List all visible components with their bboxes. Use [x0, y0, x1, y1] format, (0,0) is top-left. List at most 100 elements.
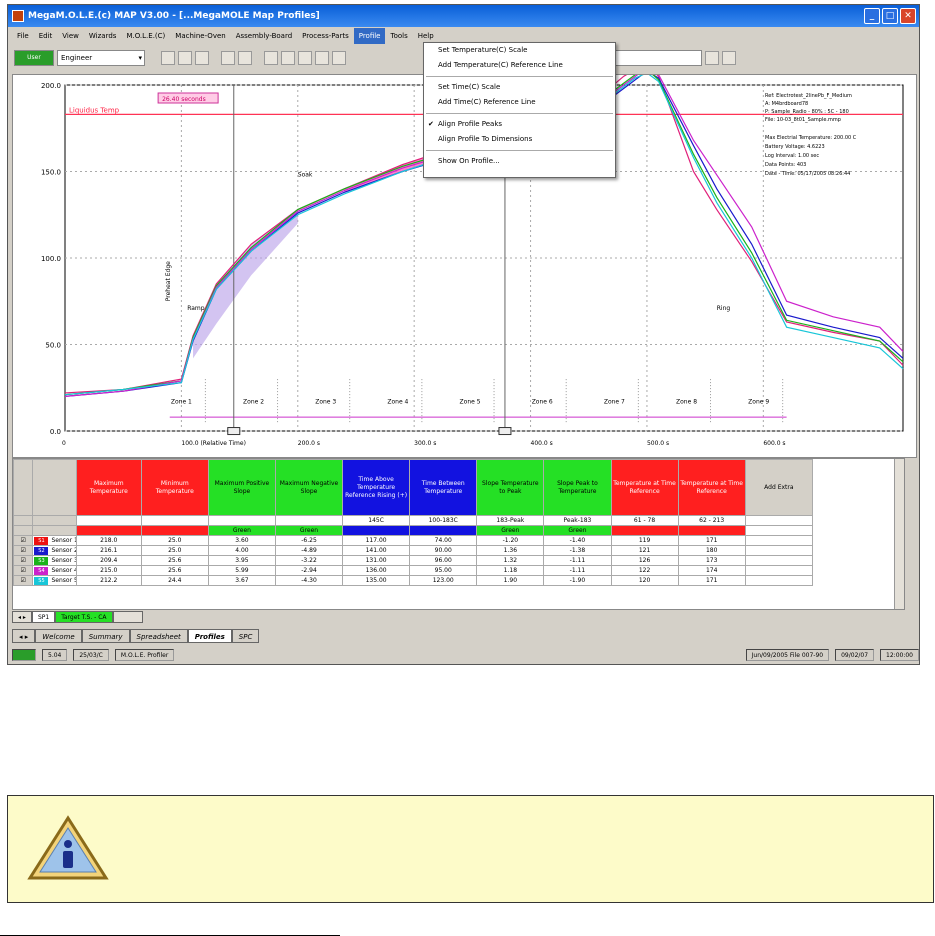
- open-icon[interactable]: [161, 51, 175, 65]
- menu-tools[interactable]: Tools: [385, 28, 412, 44]
- value-cell: 121: [610, 545, 679, 556]
- sensor-label-cell: S3Sensor 3 Location: [32, 555, 77, 566]
- menu-m-o-l-e-c-[interactable]: M.O.L.E.(C): [121, 28, 170, 44]
- menu-item[interactable]: Add Temperature(C) Reference Line: [424, 58, 615, 73]
- value-cell: 5.99: [207, 565, 276, 576]
- target-icon[interactable]: [332, 51, 346, 65]
- row-checkbox[interactable]: ☑: [13, 535, 34, 546]
- value-cell: 174: [677, 565, 746, 576]
- status-cell: Green: [476, 525, 545, 536]
- value-cell: 1.36: [476, 545, 545, 556]
- row-header-corner: [32, 459, 77, 516]
- column-header[interactable]: Time Above Temperature Reference Rising …: [342, 459, 411, 516]
- column-header[interactable]: Maximum Positive Slope: [207, 459, 276, 516]
- value-cell: 74.00: [409, 535, 478, 546]
- close-button[interactable]: ✕: [900, 8, 916, 24]
- y-tick-label: 200.0: [41, 82, 61, 90]
- status-v2: 25/03/C: [73, 649, 109, 661]
- column-header[interactable]: Minimum Temperature: [140, 459, 209, 516]
- table-row[interactable]: ☑S3Sensor 3 Location209.425.63.95-3.2213…: [13, 555, 814, 566]
- zone-label: Zone 8: [676, 398, 697, 405]
- x-tick-label: 200.0 s: [298, 440, 320, 447]
- status-bar: 5.04 25/03/C M.O.L.E. Profiler Jun/09/20…: [8, 646, 919, 664]
- arrow-down-icon[interactable]: [722, 51, 736, 65]
- arrow-up-icon[interactable]: [705, 51, 719, 65]
- row-checkbox[interactable]: ☑: [13, 575, 34, 586]
- sheet-tab[interactable]: [112, 611, 143, 623]
- info-line: Battery Voltage: 4.6223: [765, 144, 825, 150]
- menu-view[interactable]: View: [57, 28, 84, 44]
- menu-item[interactable]: Set Temperature(C) Scale: [424, 43, 615, 58]
- menu-profile[interactable]: Profile: [353, 28, 386, 44]
- x-tick-label: 300.0 s: [414, 440, 436, 447]
- tab-summary[interactable]: Summary: [81, 629, 130, 643]
- menu-wizards[interactable]: Wizards: [84, 28, 122, 44]
- menu-item[interactable]: Show On Profile...: [424, 154, 615, 169]
- menu-item[interactable]: ✔ Align Profile Peaks: [424, 117, 615, 132]
- menu-edit[interactable]: Edit: [34, 28, 58, 44]
- menu-file[interactable]: File: [12, 28, 34, 44]
- tab-spreadsheet[interactable]: Spreadsheet: [129, 629, 188, 643]
- table-row[interactable]: ☑S2Sensor 2 Location216.125.04.00-4.8914…: [13, 545, 814, 556]
- table-row[interactable]: ☑S5Sensor 5 Location212.224.43.67-4.3013…: [13, 575, 814, 586]
- column-header[interactable]: Temperature at Time Reference: [677, 459, 746, 516]
- profile-menu-dropdown: Set Temperature(C) Scale Add Temperature(…: [423, 42, 616, 178]
- row-header-corner: [13, 459, 34, 516]
- profile-select[interactable]: [602, 50, 702, 66]
- column-header[interactable]: Slope Peak to Temperature: [543, 459, 612, 516]
- column-header[interactable]: Temperature at Time Reference: [610, 459, 679, 516]
- row-checkbox[interactable]: ☑: [13, 565, 34, 576]
- value-cell: -2.94: [274, 565, 344, 576]
- column-header[interactable]: Slope Temperature to Peak: [476, 459, 545, 516]
- table-row[interactable]: ☑S1Sensor 1 Location218.025.03.60-6.2511…: [13, 535, 814, 546]
- minimize-button[interactable]: _: [864, 8, 880, 24]
- folder-icon[interactable]: [264, 51, 278, 65]
- column-header[interactable]: Time Between Temperature: [409, 459, 478, 516]
- value-cell: 25.0: [140, 535, 209, 546]
- print-icon[interactable]: [195, 51, 209, 65]
- cursor-handle[interactable]: [498, 427, 512, 436]
- value-cell: 126: [610, 555, 679, 566]
- menu-machine-oven[interactable]: Machine-Oven: [170, 28, 230, 44]
- menu-item[interactable]: Align Profile To Dimensions: [424, 132, 615, 147]
- value-cell: 141.00: [342, 545, 411, 556]
- info-line: Date - Time: 05/17/2005 08:26:44: [765, 171, 850, 177]
- extra-cell: [744, 535, 814, 546]
- sensor-badge: S2: [34, 546, 49, 555]
- value-cell: 1.90: [476, 575, 545, 586]
- menu-item[interactable]: Add Time(C) Reference Line: [424, 95, 615, 110]
- tab-profiles[interactable]: Profiles: [187, 629, 232, 643]
- tab-welcome[interactable]: Welcome: [35, 629, 82, 643]
- user-button[interactable]: User: [14, 50, 54, 66]
- warning-icon[interactable]: [281, 51, 295, 65]
- sensor-badge: S1: [34, 536, 49, 545]
- column-header[interactable]: Maximum Negative Slope: [274, 459, 344, 516]
- graph-icon[interactable]: [315, 51, 329, 65]
- menu-separator: [426, 76, 613, 77]
- menu-assembly-board[interactable]: Assembly-Board: [231, 28, 297, 44]
- sensor-badge: S5: [34, 576, 49, 585]
- row-checkbox[interactable]: ☑: [13, 555, 34, 566]
- tab-spc[interactable]: SPC: [231, 629, 260, 643]
- sensor-badge: S4: [34, 566, 49, 575]
- zoom-out-icon[interactable]: [238, 51, 252, 65]
- column-header[interactable]: Add Extra: [744, 459, 814, 516]
- save-icon[interactable]: [178, 51, 192, 65]
- grid-vertical-scrollbar[interactable]: [894, 459, 904, 609]
- menu-item[interactable]: Set Time(C) Scale: [424, 80, 615, 95]
- tab-nav-arrows[interactable]: ◂ ▸: [12, 629, 36, 643]
- value-cell: 218.0: [75, 535, 142, 546]
- column-header[interactable]: Maximum Temperature: [75, 459, 142, 516]
- menu-process-parts[interactable]: Process-Parts: [297, 28, 354, 44]
- sheet-tab[interactable]: Target T.S. - CA: [55, 611, 113, 623]
- table-row[interactable]: ☑S4Sensor 4 Location215.025.65.99-2.9413…: [13, 565, 814, 576]
- sheet-nav-arrows[interactable]: ◂ ▸: [12, 611, 32, 623]
- table-icon[interactable]: [298, 51, 312, 65]
- zoom-in-icon[interactable]: [221, 51, 235, 65]
- sheet-tab[interactable]: SP1: [31, 611, 56, 623]
- cursor-handle[interactable]: [227, 427, 241, 436]
- sensor-label-cell: S2Sensor 2 Location: [32, 545, 77, 556]
- role-select[interactable]: Engineer ▾: [57, 50, 145, 66]
- row-checkbox[interactable]: ☑: [13, 545, 34, 556]
- maximize-button[interactable]: □: [882, 8, 898, 24]
